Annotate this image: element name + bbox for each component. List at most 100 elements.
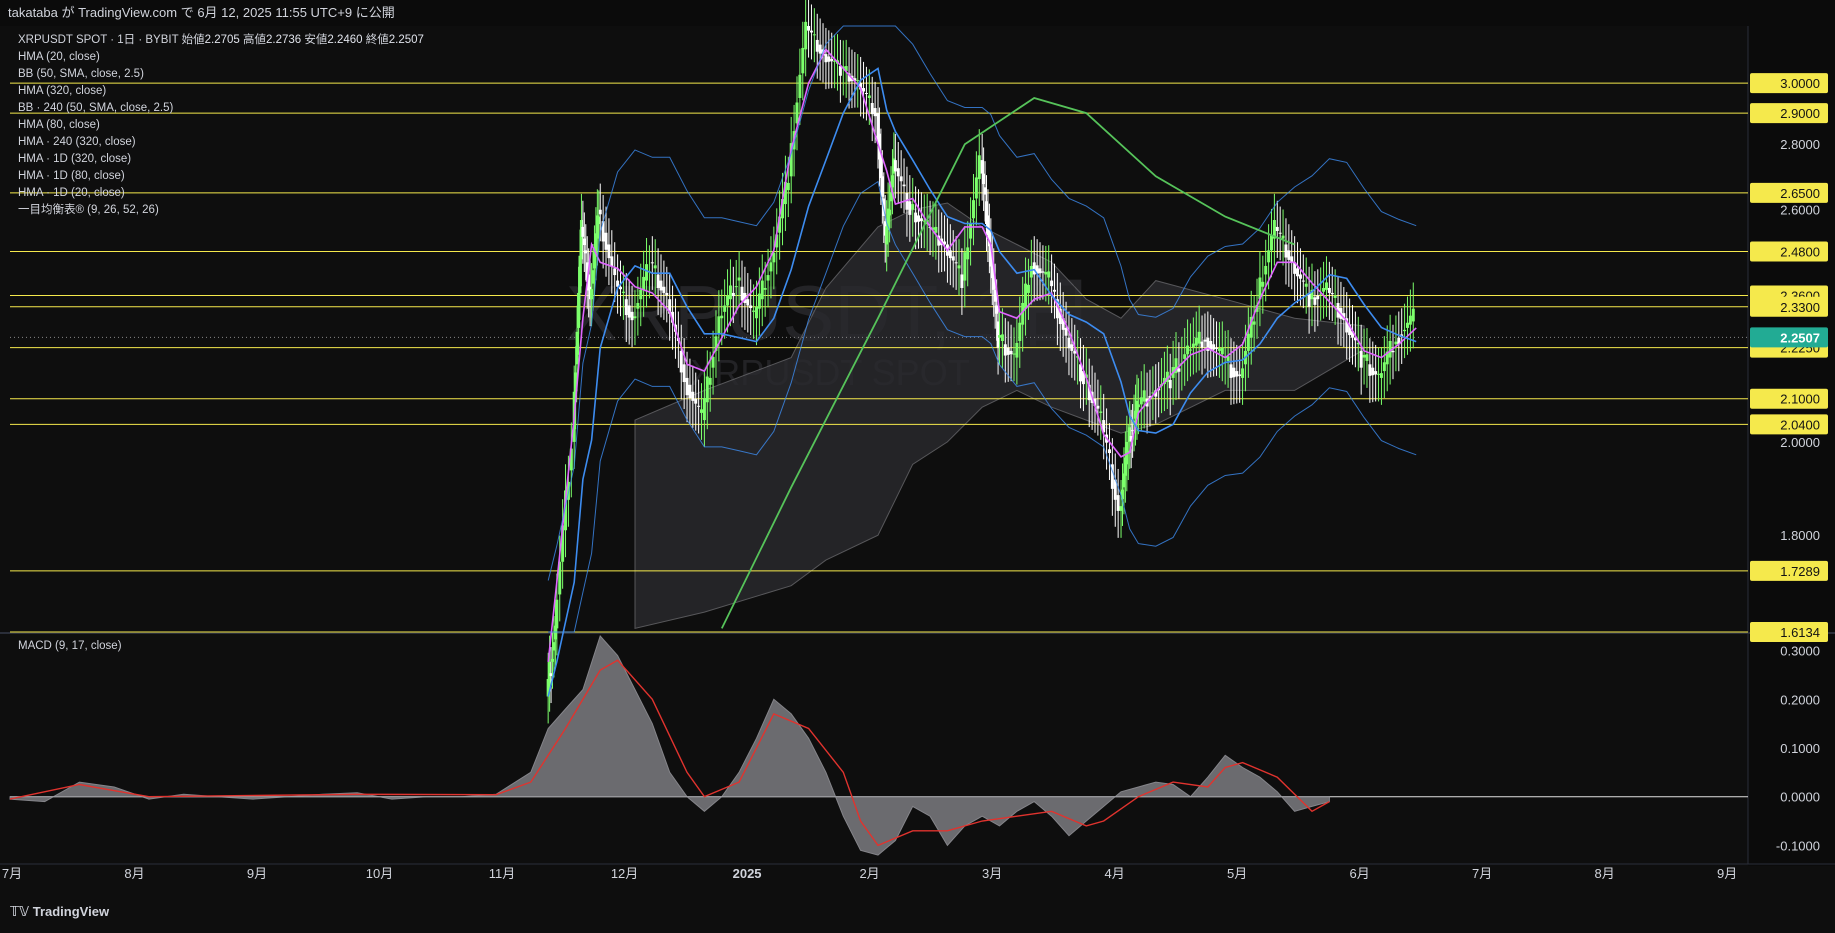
macd-legend[interactable]: MACD (9, 17, close): [18, 640, 122, 652]
price-level-label: 2.0400: [1780, 417, 1820, 432]
candle-body: [705, 376, 709, 403]
candle-body: [974, 177, 978, 199]
candle-body: [607, 244, 611, 259]
candle-body: [998, 335, 1002, 338]
low-label: 安値: [304, 34, 328, 46]
indicator-item[interactable]: 一目均衡表® (9, 26, 52, 26): [18, 202, 424, 219]
candle-body: [627, 305, 631, 318]
tradingview-logo[interactable]: 𝕋𝕍 TradingView: [10, 904, 109, 920]
time-tick-label: 2025: [733, 866, 762, 881]
indicator-item[interactable]: HMA · 1D (80, close): [18, 168, 424, 185]
price-tick-label: 2.8000: [1780, 137, 1820, 152]
candle-body: [598, 209, 602, 215]
candle-body: [1261, 281, 1265, 287]
candle-body: [1067, 337, 1071, 349]
price-level-label: 2.1000: [1780, 392, 1820, 407]
candle-body: [1003, 344, 1007, 356]
candle-body: [1200, 341, 1204, 348]
candle-body: [1044, 272, 1048, 275]
time-tick-label: 4月: [1104, 866, 1124, 881]
candle-body: [653, 265, 657, 269]
candle-body: [1183, 354, 1187, 359]
candle-body: [873, 108, 877, 117]
candle-body: [1281, 235, 1285, 239]
candle-body: [662, 286, 666, 293]
indicator-item[interactable]: HMA · 240 (320, close): [18, 134, 424, 151]
time-tick-label: 12月: [611, 866, 638, 881]
symbol-label: XRPUSDT SPOT · 1日 · BYBIT: [18, 34, 179, 46]
candle-body: [948, 250, 952, 259]
candle-body: [914, 212, 918, 223]
candle-body: [679, 350, 683, 373]
indicator-item[interactable]: HMA · 1D (20, close): [18, 185, 424, 202]
last-price-label: 2.2507: [1780, 330, 1820, 345]
candle-body: [1215, 347, 1219, 349]
candle-body: [1330, 292, 1334, 295]
candle-body: [1275, 226, 1279, 231]
candle-body: [1232, 367, 1236, 378]
candle-body: [682, 364, 686, 383]
candle-body: [1000, 334, 1004, 341]
candle-body: [1229, 364, 1233, 378]
candle-body: [1362, 354, 1366, 358]
indicator-item[interactable]: HMA (320, close): [18, 83, 424, 100]
candle-body: [957, 265, 961, 269]
indicator-item[interactable]: BB · 240 (50, SMA, close, 2.5): [18, 100, 424, 117]
price-level-label: 2.6500: [1780, 186, 1820, 201]
candle-body: [711, 356, 715, 368]
candle-body: [766, 275, 770, 281]
low-value: 2.2460: [327, 34, 363, 46]
candle-body: [1301, 280, 1305, 282]
candle-body: [731, 292, 735, 297]
candle-body: [1252, 321, 1256, 325]
candle-body: [642, 276, 646, 290]
candle-body: [1371, 367, 1375, 376]
candle-body: [694, 398, 698, 404]
indicator-item[interactable]: HMA · 1D (320, close): [18, 151, 424, 168]
indicator-item[interactable]: HMA (80, close): [18, 117, 424, 134]
symbol-row[interactable]: XRPUSDT SPOT · 1日 · BYBIT 始値2.2705 高値2.2…: [18, 32, 424, 49]
candle-body: [1235, 371, 1239, 377]
candle-body: [697, 405, 701, 407]
candle-body: [798, 74, 802, 98]
candle-body: [645, 264, 649, 281]
candle-body: [749, 305, 753, 309]
time-tick-label: 3月: [982, 866, 1002, 881]
candle-body: [807, 26, 811, 31]
candle-body: [688, 384, 692, 399]
candle-body: [763, 287, 767, 290]
candle-body: [1278, 232, 1282, 234]
macd-tick-label: 0.3000: [1780, 644, 1820, 659]
indicator-item[interactable]: HMA (20, close): [18, 49, 424, 66]
candle-body: [618, 286, 622, 290]
candle-body: [1290, 256, 1294, 263]
candle-body: [1220, 347, 1224, 355]
candle-body: [1139, 397, 1143, 405]
candle-body: [737, 277, 741, 281]
candle-body: [908, 201, 912, 215]
candle-body: [1238, 374, 1242, 376]
candle-body: [691, 391, 695, 401]
time-tick-label: 9月: [247, 866, 267, 881]
candle-body: [893, 160, 897, 172]
candle-body: [1099, 411, 1103, 413]
candle-body: [1304, 283, 1308, 287]
macd-tick-label: -0.1000: [1776, 838, 1820, 853]
macd-tick-label: 0.1000: [1780, 741, 1820, 756]
candle-body: [702, 398, 706, 421]
macd-tick-label: 0.0000: [1780, 790, 1820, 805]
time-tick-label: 9月: [1717, 866, 1737, 881]
candle-body: [856, 80, 860, 82]
candle-body: [1009, 350, 1013, 355]
candle-body: [1217, 348, 1221, 351]
candle-body: [919, 218, 923, 222]
indicator-legend: XRPUSDT SPOT · 1日 · BYBIT 始値2.2705 高値2.2…: [18, 32, 424, 219]
candle-body: [917, 215, 921, 222]
candle-body: [1197, 331, 1201, 344]
high-label: 高値: [243, 34, 266, 46]
time-tick-label: 7月: [1472, 866, 1492, 881]
price-level-label: 2.3300: [1780, 300, 1820, 315]
candle-body: [902, 184, 906, 187]
candle-body: [954, 262, 958, 264]
indicator-item[interactable]: BB (50, SMA, close, 2.5): [18, 66, 424, 83]
